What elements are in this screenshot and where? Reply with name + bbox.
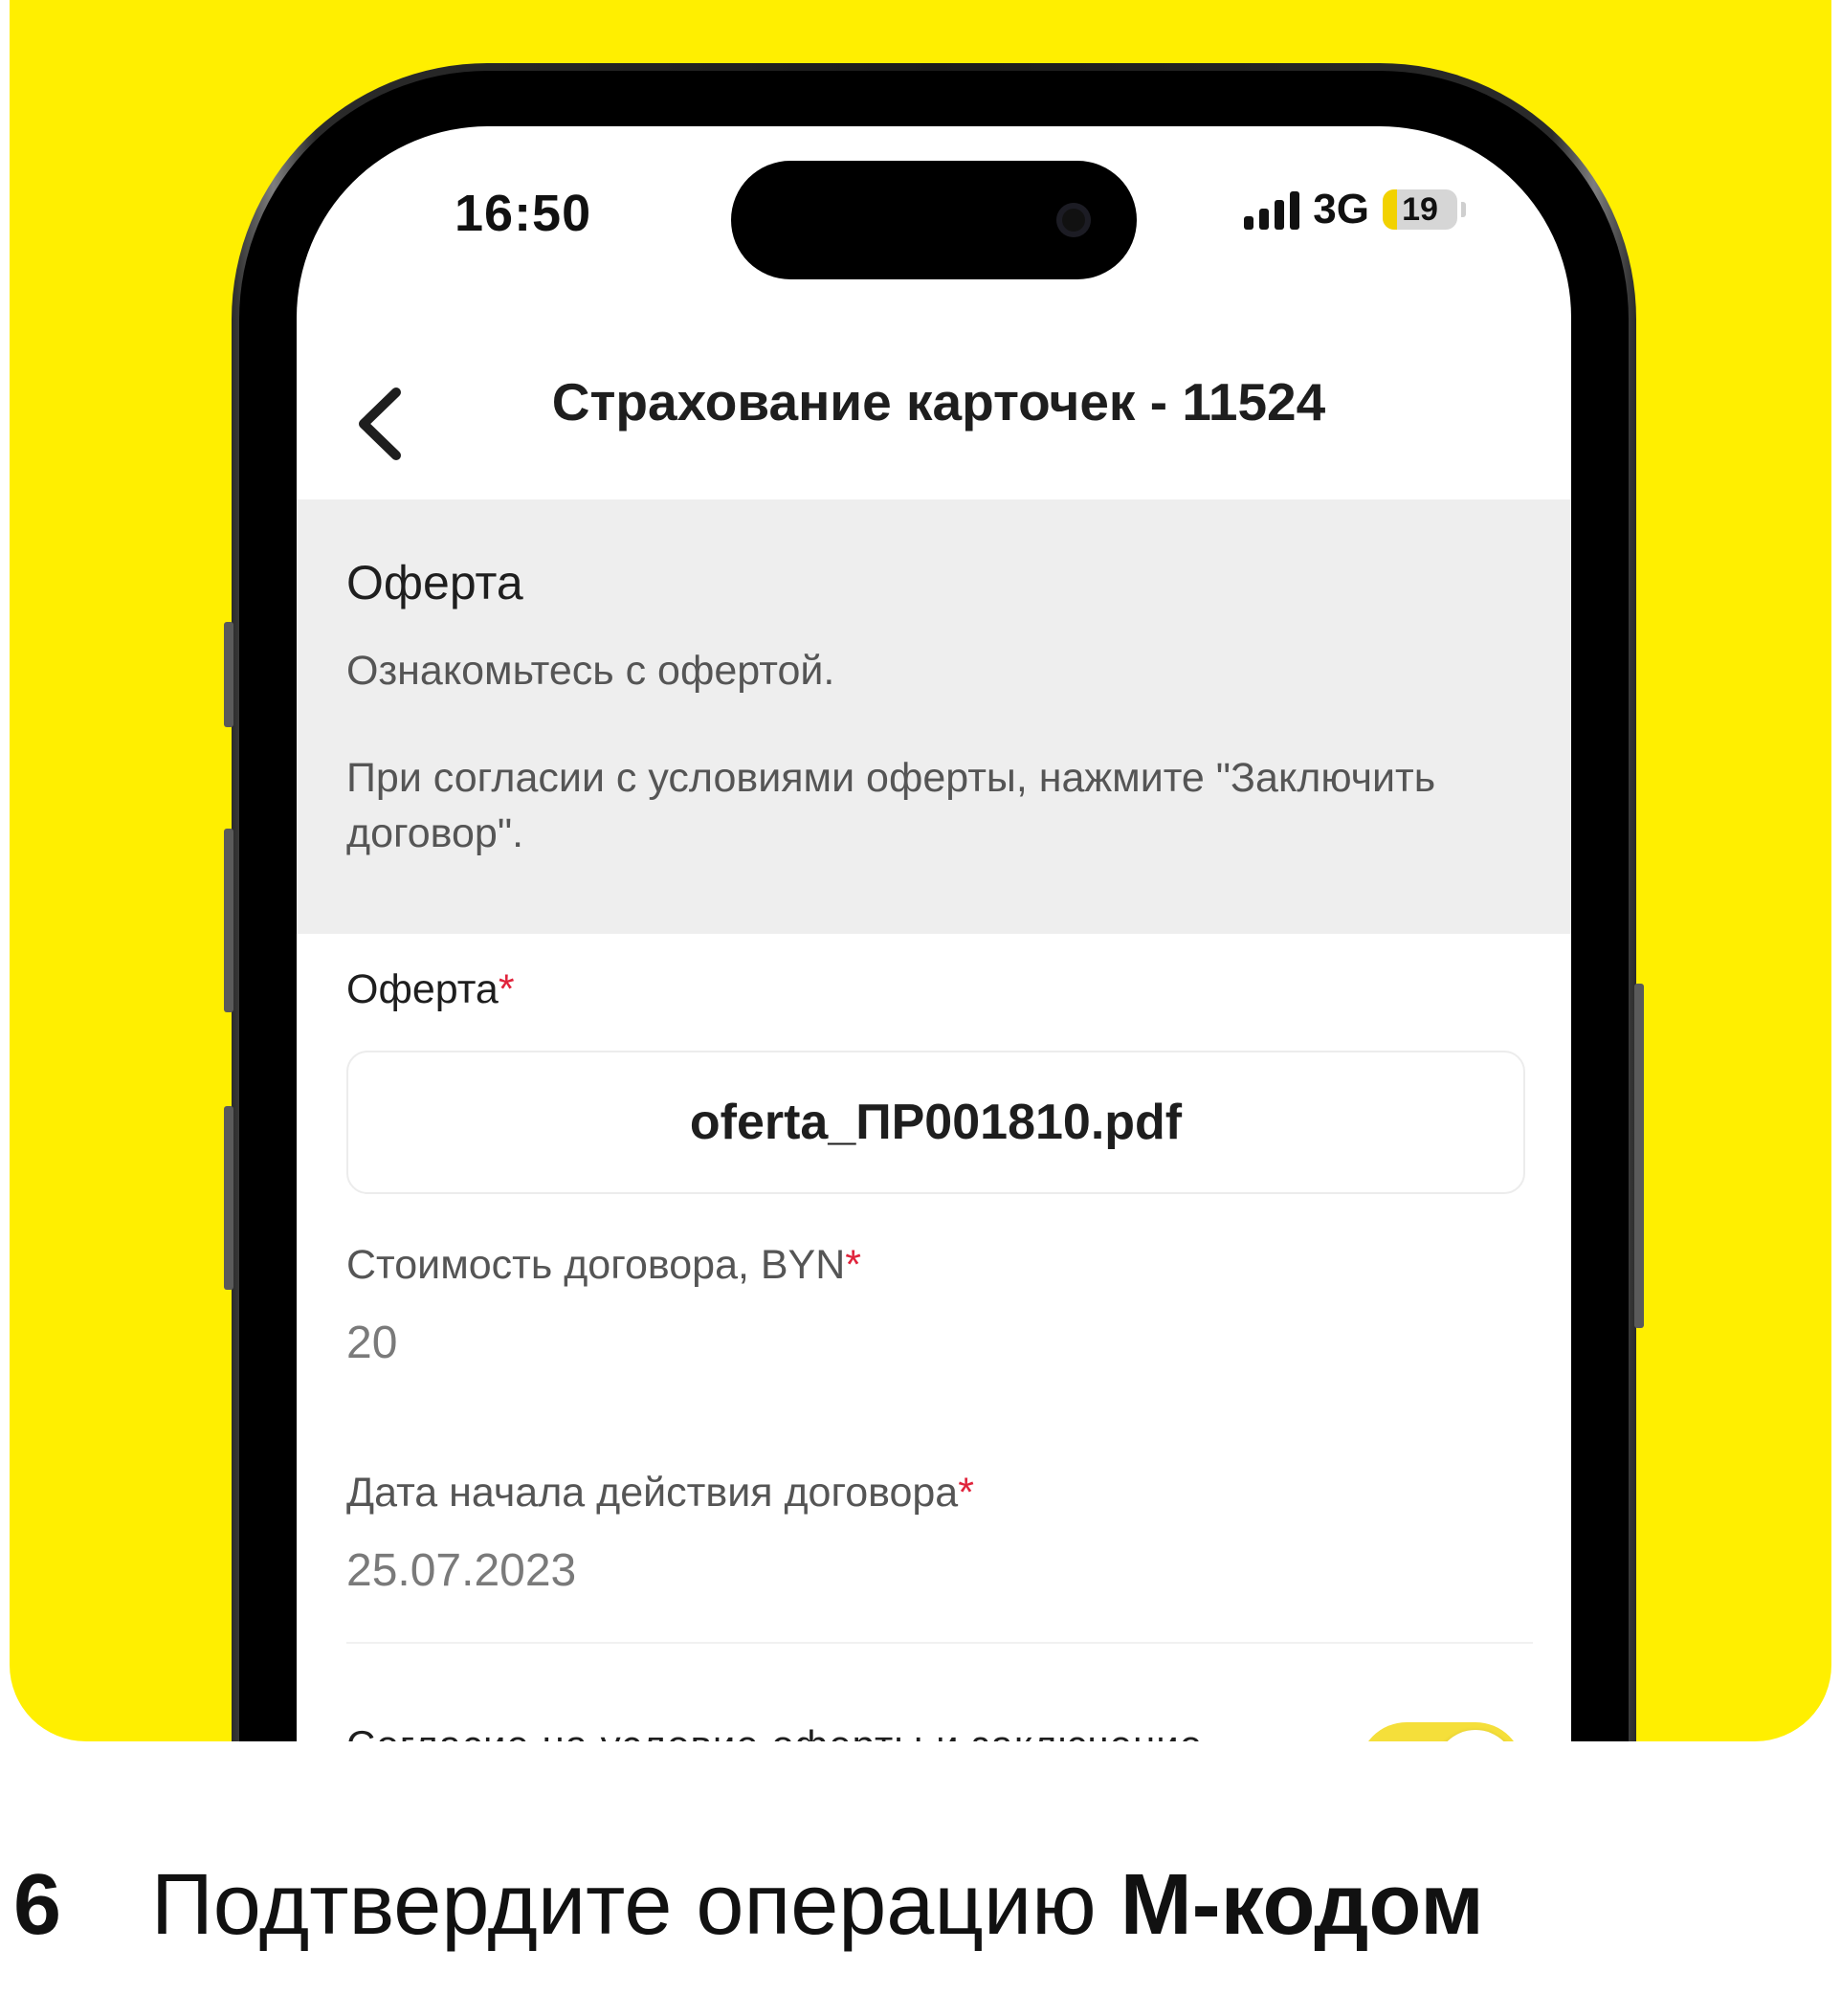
field-divider	[346, 1642, 1533, 1644]
navigation-header: Страхование карточек - 11524	[297, 352, 1571, 496]
consent-label: Согласие на условие оферты и заключение …	[346, 1720, 1284, 1741]
page-title: Страхование карточек - 11524	[551, 372, 1326, 432]
cost-field-value[interactable]: 20	[346, 1317, 397, 1369]
instruction-page: 16:50 3G 19 Страхование карточек - 11524…	[0, 0, 1841, 2016]
battery-level-fill	[1383, 189, 1397, 230]
status-indicators: 3G 19	[1244, 186, 1466, 233]
dynamic-island	[731, 161, 1137, 279]
offer-file-name: oferta_ПР001810.pdf	[689, 1095, 1183, 1150]
step-text-bold: М-кодом	[1120, 1857, 1484, 1953]
phone-volume-up-button	[224, 829, 233, 1012]
required-mark: *	[845, 1242, 862, 1288]
offer-file-button[interactable]: oferta_ПР001810.pdf	[346, 1051, 1525, 1194]
battery-icon: 19	[1383, 189, 1457, 230]
step-text: Подтвердите операцию	[151, 1857, 1097, 1953]
cost-field-label: Стоимость договора, BYN*	[346, 1242, 861, 1289]
offer-info-title: Оферта	[346, 556, 523, 609]
offer-field-label: Оферта*	[346, 966, 515, 1013]
offer-info-block: Оферта Ознакомьтесь с офертой. При согла…	[297, 499, 1571, 934]
status-time: 16:50	[455, 185, 592, 242]
start-date-field-label: Дата начала действия договора*	[346, 1470, 974, 1517]
step-caption: 6 Подтвердите операцию М-кодом	[13, 1856, 1484, 1955]
required-mark: *	[498, 966, 515, 1012]
phone-frame: 16:50 3G 19 Страхование карточек - 11524…	[224, 63, 1644, 1741]
required-mark: *	[958, 1470, 974, 1516]
consent-toggle[interactable]	[1359, 1722, 1523, 1741]
step-number: 6	[13, 1857, 62, 1953]
phone-screen: 16:50 3G 19 Страхование карточек - 11524…	[297, 126, 1571, 1741]
offer-info-text-1: Ознакомьтесь с офертой.	[346, 648, 835, 694]
phone-side-button	[224, 622, 233, 727]
front-camera-icon	[1056, 203, 1091, 237]
offer-field-label-text: Оферта	[346, 966, 499, 1012]
yellow-background-card: 16:50 3G 19 Страхование карточек - 11524…	[10, 0, 1831, 1741]
cellular-signal-icon	[1244, 189, 1300, 230]
battery-tip	[1461, 202, 1466, 217]
network-type: 3G	[1313, 186, 1369, 233]
consent-label-text: Согласие на условие оферты и заключение …	[346, 1722, 1203, 1741]
cost-field-label-text: Стоимость договора, BYN	[346, 1242, 846, 1288]
battery-level-text: 19	[1402, 190, 1438, 228]
offer-info-text-2: При согласии с условиями оферты, нажмите…	[346, 755, 1436, 856]
toggle-knob	[1435, 1730, 1516, 1741]
phone-power-button	[1634, 984, 1644, 1328]
phone-volume-down-button	[224, 1106, 233, 1290]
start-date-field-label-text: Дата начала действия договора	[346, 1470, 959, 1516]
start-date-field-value[interactable]: 25.07.2023	[346, 1544, 576, 1597]
